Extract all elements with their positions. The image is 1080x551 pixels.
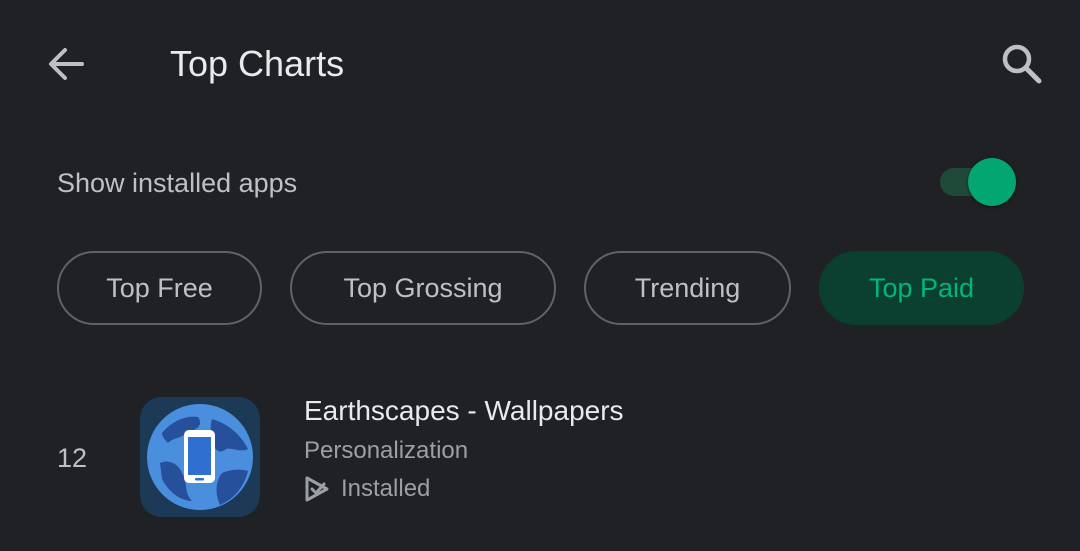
app-category: Personalization — [304, 437, 469, 464]
show-installed-toggle[interactable] — [938, 156, 1018, 208]
app-rank: 12 — [57, 443, 88, 473]
chip-label: Top Grossing — [343, 272, 503, 303]
back-button[interactable] — [38, 36, 94, 92]
installed-label: Installed — [341, 475, 431, 502]
arrow-back-icon — [49, 48, 84, 80]
search-button[interactable] — [994, 36, 1050, 92]
toggle-thumb — [968, 158, 1016, 206]
earth-phone-icon[interactable] — [140, 397, 260, 517]
chip-label: Top Free — [106, 272, 213, 303]
app-name[interactable]: Earthscapes - Wallpapers — [304, 393, 624, 429]
chip-trending[interactable]: Trending — [584, 251, 791, 325]
chip-top-paid[interactable]: Top Paid — [819, 251, 1024, 325]
search-icon — [1002, 44, 1042, 84]
chip-label: Trending — [634, 272, 741, 303]
chip-top-free[interactable]: Top Free — [57, 251, 262, 325]
installed-check-icon — [305, 476, 329, 502]
chip-top-grossing[interactable]: Top Grossing — [290, 251, 556, 325]
installed-status: Installed — [304, 473, 430, 505]
show-installed-label: Show installed apps — [57, 168, 298, 198]
page-title: Top Charts — [170, 43, 345, 84]
chip-label: Top Paid — [868, 272, 975, 303]
